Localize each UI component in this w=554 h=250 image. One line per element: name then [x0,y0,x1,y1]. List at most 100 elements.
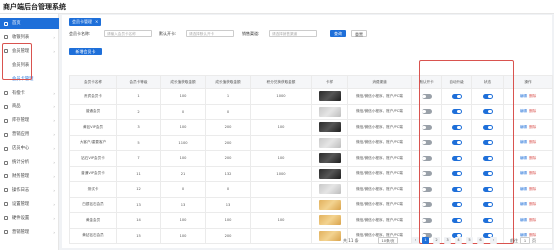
delete-link[interactable]: 删除 [529,109,536,113]
points-amount-cell [250,134,312,151]
card-style-cell [311,165,348,182]
delete-link[interactable]: 删除 [529,218,536,222]
page-size-select[interactable]: 10条/页 [378,237,398,244]
menu-icon [4,230,8,234]
sidebar-item[interactable]: 商品 › [0,101,59,112]
channel-cell: 微信/微信小程序，账户/PC端 [347,196,412,213]
tab-member-card[interactable]: 会员卡管理 × [69,18,102,26]
sidebar-item[interactable]: 库存管理 › [0,115,59,126]
chevron-right-icon: › [53,160,55,165]
sidebar-item[interactable]: 店员中心 › [0,143,59,154]
next-page-button[interactable]: › [490,237,497,244]
sidebar-item-label: 操作日志 [12,187,30,193]
edit-link[interactable]: 编辑 [520,171,527,175]
edit-link[interactable]: 编辑 [520,140,527,144]
card-thumbnail [318,153,341,164]
tab-label: 会员卡管理 [72,19,92,24]
points-amount-cell [250,181,312,198]
main-panel: 会员卡管理 × 会员卡名称: 请输入会员卡名称 默认开卡: 请选择默认开卡 销售渠… [62,15,553,248]
growth-amount-cell: 13 [160,196,206,213]
sidebar-item-label: 财务管理 [12,173,30,179]
menu-icon [4,91,8,95]
delete-link[interactable]: 删除 [529,171,536,175]
page-number[interactable]: 1 [422,237,429,244]
card-thumbnail [318,215,341,226]
card-level-cell: 11 [116,165,161,182]
page-number[interactable]: 2 [433,237,440,244]
growth-amount-cell: 200 [205,119,251,136]
add-card-button[interactable]: 新增会员卡 [69,48,102,55]
sidebar-item-label: 硬件设置 [12,215,30,221]
search-button[interactable]: 查询 [330,30,346,37]
default-card-select[interactable]: 请选择默认开卡 [186,30,234,37]
page-number[interactable]: 3 [444,237,451,244]
card-style-cell [311,103,348,120]
card-thumbnail [318,184,341,195]
growth-amount-cell: 200 [205,134,251,151]
delete-link[interactable]: 删除 [529,94,536,98]
menu-icon [4,104,8,109]
edit-link[interactable]: 编辑 [520,218,527,222]
sidebar-item[interactable]: 首页 [0,18,59,29]
page-number[interactable]: 5 [466,237,473,244]
card-name-cell: 钻石VIP会员卡 [69,150,117,167]
app-root: 商户端后台管理系统 首页 收银列表 › 会员管理 › 会员列表 会员卡管理 有偿卡 › 商品 › 库存… [0,0,554,250]
points-amount-cell: 100 [250,119,312,136]
growth-amount-cell: 1100 [160,134,206,151]
channel-cell: 微信/微信小程序，账户/PC端 [347,165,412,182]
edit-link[interactable]: 编辑 [520,94,527,98]
edit-link[interactable]: 编辑 [520,156,527,160]
chevron-right-icon: › [53,215,55,221]
points-amount-cell: 1000 [250,88,312,105]
toggle-columns-highlight-box [419,60,514,244]
sidebar-item[interactable]: 操作日志 › [0,185,59,196]
card-level-cell: 13 [116,196,161,213]
growth-amount-cell: 1 [205,88,251,105]
delete-link[interactable]: 删除 [529,125,536,129]
edit-link[interactable]: 编辑 [520,109,527,113]
page-number[interactable]: 6 [477,237,484,244]
column-header: 会员卡名称 [69,75,117,89]
edit-link[interactable]: 编辑 [520,125,527,129]
channel-select[interactable]: 请选择销售渠道 [269,30,317,37]
total-count: 共 11 条 [343,238,359,243]
delete-link[interactable]: 删除 [529,140,536,144]
growth-amount-cell: 0 [160,181,206,198]
sidebar-item[interactable]: 营销管理 › [0,227,59,238]
sidebar-item[interactable]: 营销应用 › [0,129,59,140]
growth-amount-cell: 132 [205,165,251,182]
sidebar-item[interactable]: 设置管理 › [0,199,59,210]
chevron-right-icon: › [53,201,55,207]
growth-amount-cell: 21 [160,165,206,182]
edit-link[interactable]: 编辑 [520,202,527,206]
column-header: 成长值获取金额 [205,75,251,89]
card-name-cell: 贵宾会员卡 [69,88,117,105]
card-style-cell [311,181,348,198]
page-number[interactable]: 4 [455,237,462,244]
card-name-input[interactable]: 请输入会员卡名称 [104,30,152,37]
menu-icon [4,118,8,123]
sidebar-item[interactable]: 收银列表 › [0,32,59,43]
card-thumbnail [318,106,341,117]
growth-amount-cell: 0 [205,103,251,120]
delete-link[interactable]: 删除 [529,202,536,206]
prev-page-button[interactable]: ‹ [412,237,419,244]
chevron-right-icon: › [53,34,55,40]
sidebar-item[interactable]: 有偿卡 › [0,88,59,99]
delete-link[interactable]: 删除 [529,187,536,191]
sidebar-item[interactable]: 财务管理 › [0,171,59,182]
chevron-right-icon: › [53,90,55,96]
sidebar-item[interactable]: 硬件设置 › [0,213,59,224]
growth-amount-cell: 200 [205,150,251,167]
edit-link[interactable]: 编辑 [520,187,527,191]
card-level-cell: 5 [116,134,161,151]
reset-button[interactable]: 重置 [351,30,367,37]
goto-page-input[interactable]: 1 [520,237,530,244]
sidebar-item[interactable]: 统计分析 › [0,157,59,168]
close-icon[interactable]: × [95,19,98,24]
chevron-right-icon: › [53,173,55,179]
delete-link[interactable]: 删除 [529,156,536,160]
top-bar: 商户端后台管理系统 [0,0,554,14]
menu-icon [4,35,8,40]
sidebar-item-label: 收银列表 [12,34,30,40]
